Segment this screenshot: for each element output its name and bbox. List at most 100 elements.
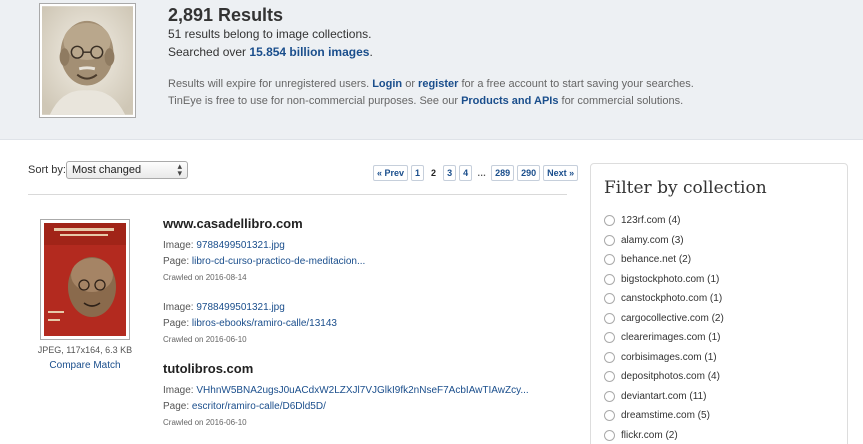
result-page-line: Page: libros-ebooks/ramiro-calle/13143 — [163, 318, 337, 329]
pagination: « Prev 1 2 3 4 … 289 290 Next » — [373, 165, 579, 181]
query-image-thumbnail — [39, 3, 136, 118]
sort-selected-value: Most changed — [72, 164, 142, 176]
filter-by-collection-panel: Filter by collection 123rf.com (4) alamy… — [590, 163, 848, 444]
radio-button-icon[interactable] — [604, 312, 615, 324]
result-crawl-date: Crawled on 2016-06-10 — [163, 418, 247, 427]
or-text: or — [402, 78, 419, 90]
page-ellipsis: … — [475, 165, 489, 181]
result-image-line: Image: 9788499501321.jpg — [163, 240, 285, 251]
collection-filter-option[interactable]: cargocollective.com (2) — [604, 309, 724, 329]
expiry-notice: Results will expire for unregistered use… — [168, 78, 694, 90]
result-page-link[interactable]: libro-cd-curso-practico-de-meditacion... — [192, 256, 365, 267]
collection-label: canstockphoto.com (1) — [621, 293, 723, 305]
radio-button-icon[interactable] — [604, 371, 615, 383]
radio-button-icon[interactable] — [604, 293, 615, 305]
portrait-photo-icon — [42, 6, 133, 115]
match-image-thumbnail[interactable] — [40, 219, 130, 340]
collection-filter-option[interactable]: depositphotos.com (4) — [604, 367, 724, 387]
match-image-meta: JPEG, 117x164, 6.3 KB — [37, 345, 133, 355]
prev-page-button[interactable]: « Prev — [373, 165, 409, 181]
register-link[interactable]: register — [418, 78, 458, 90]
result-image-line: Image: VHhnW5BNA2ugsJ0uACdxW2LZXJl7VJGlk… — [163, 385, 529, 396]
collection-label: corbisimages.com (1) — [621, 351, 717, 363]
expiry-suffix: for a free account to start saving your … — [458, 78, 694, 90]
collections-info: 51 results belong to image collections. — [168, 27, 372, 41]
collection-label: behance.net (2) — [621, 254, 692, 266]
search-summary-header: 2,891 Results 51 results belong to image… — [0, 0, 863, 140]
next-page-button[interactable]: Next » — [543, 165, 579, 181]
result-site-title[interactable]: tutolibros.com — [163, 361, 253, 376]
radio-button-icon[interactable] — [604, 429, 615, 441]
sort-dropdown[interactable]: Most changed ▴ ▾ — [66, 161, 188, 179]
updown-caret-icon: ▴ ▾ — [177, 161, 182, 178]
collection-label: alamy.com (3) — [621, 234, 684, 246]
radio-button-icon[interactable] — [604, 332, 615, 344]
result-page-line: Page: libro-cd-curso-practico-de-meditac… — [163, 256, 365, 267]
book-cover-thumbnail-icon — [44, 223, 126, 336]
page-current: 2 — [427, 165, 441, 181]
page-link-289[interactable]: 289 — [491, 165, 515, 181]
page-link-3[interactable]: 3 — [443, 165, 457, 181]
radio-button-icon[interactable] — [604, 390, 615, 402]
collection-label: bigstockphoto.com (1) — [621, 273, 720, 285]
page-label: Page: — [163, 401, 192, 412]
collection-label: deviantart.com (11) — [621, 390, 707, 402]
result-image-link[interactable]: 9788499501321.jpg — [196, 240, 284, 251]
indexed-images-count: 15.854 billion images — [249, 45, 370, 59]
sort-label: Sort by: — [28, 164, 66, 176]
usage-notice: TinEye is free to use for non-commercial… — [168, 95, 683, 107]
searched-suffix: . — [369, 45, 373, 59]
searched-prefix: Searched over — [168, 45, 250, 59]
login-link[interactable]: Login — [372, 78, 402, 90]
filter-title: Filter by collection — [604, 178, 767, 198]
radio-button-icon[interactable] — [604, 410, 615, 422]
page-link-290[interactable]: 290 — [517, 165, 541, 181]
result-crawl-date: Crawled on 2016-08-14 — [163, 273, 247, 282]
page-link-4[interactable]: 4 — [459, 165, 473, 181]
image-label: Image: — [163, 302, 197, 313]
image-label: Image: — [163, 385, 197, 396]
page-label: Page: — [163, 318, 192, 329]
radio-button-icon[interactable] — [604, 254, 615, 266]
collection-filter-option[interactable]: alamy.com (3) — [604, 231, 724, 251]
collection-label: depositphotos.com (4) — [621, 371, 720, 383]
collection-filter-option[interactable]: flickr.com (2) — [604, 426, 724, 444]
searched-info: Searched over 15.854 billion images. — [168, 45, 373, 59]
result-page-link[interactable]: libros-ebooks/ramiro-calle/13143 — [192, 318, 337, 329]
collection-filter-option[interactable]: 123rf.com (4) — [604, 211, 724, 231]
radio-button-icon[interactable] — [604, 234, 615, 246]
usage-text: TinEye is free to use for non-commercial… — [168, 95, 462, 107]
result-image-link[interactable]: 9788499501321.jpg — [196, 302, 284, 313]
radio-button-icon[interactable] — [604, 215, 615, 227]
collection-filter-option[interactable]: canstockphoto.com (1) — [604, 289, 724, 309]
result-crawl-date: Crawled on 2016-06-10 — [163, 335, 247, 344]
result-image-line: Image: 9788499501321.jpg — [163, 302, 285, 313]
collection-label: dreamstime.com (5) — [621, 410, 710, 422]
expiry-text: Results will expire for unregistered use… — [168, 78, 373, 90]
radio-button-icon[interactable] — [604, 351, 615, 363]
collection-filter-list: 123rf.com (4) alamy.com (3) behance.net … — [604, 211, 724, 444]
collection-label: 123rf.com (4) — [621, 215, 681, 227]
products-apis-link[interactable]: Products and APIs — [461, 95, 558, 107]
collection-label: cargocollective.com (2) — [621, 312, 724, 324]
radio-button-icon[interactable] — [604, 273, 615, 285]
collection-filter-option[interactable]: bigstockphoto.com (1) — [604, 270, 724, 290]
collection-label: flickr.com (2) — [621, 429, 678, 441]
collection-filter-option[interactable]: behance.net (2) — [604, 250, 724, 270]
results-divider — [28, 194, 567, 195]
collection-label: clearerimages.com (1) — [621, 332, 721, 344]
collection-filter-option[interactable]: clearerimages.com (1) — [604, 328, 724, 348]
usage-suffix: for commercial solutions. — [558, 95, 684, 107]
compare-match-link[interactable]: Compare Match — [37, 360, 133, 371]
image-label: Image: — [163, 240, 197, 251]
results-count: 2,891 Results — [168, 5, 284, 25]
page-label: Page: — [163, 256, 192, 267]
collection-filter-option[interactable]: corbisimages.com (1) — [604, 348, 724, 368]
result-page-line: Page: escritor/ramiro-calle/D6Dld5D/ — [163, 401, 326, 412]
collection-filter-option[interactable]: dreamstime.com (5) — [604, 406, 724, 426]
page-link-1[interactable]: 1 — [411, 165, 425, 181]
result-site-title[interactable]: www.casadellibro.com — [163, 216, 303, 231]
result-image-link[interactable]: VHhnW5BNA2ugsJ0uACdxW2LZXJl7VJGlkI9fk2nN… — [196, 385, 528, 396]
collection-filter-option[interactable]: deviantart.com (11) — [604, 387, 724, 407]
result-page-link[interactable]: escritor/ramiro-calle/D6Dld5D/ — [192, 401, 326, 412]
